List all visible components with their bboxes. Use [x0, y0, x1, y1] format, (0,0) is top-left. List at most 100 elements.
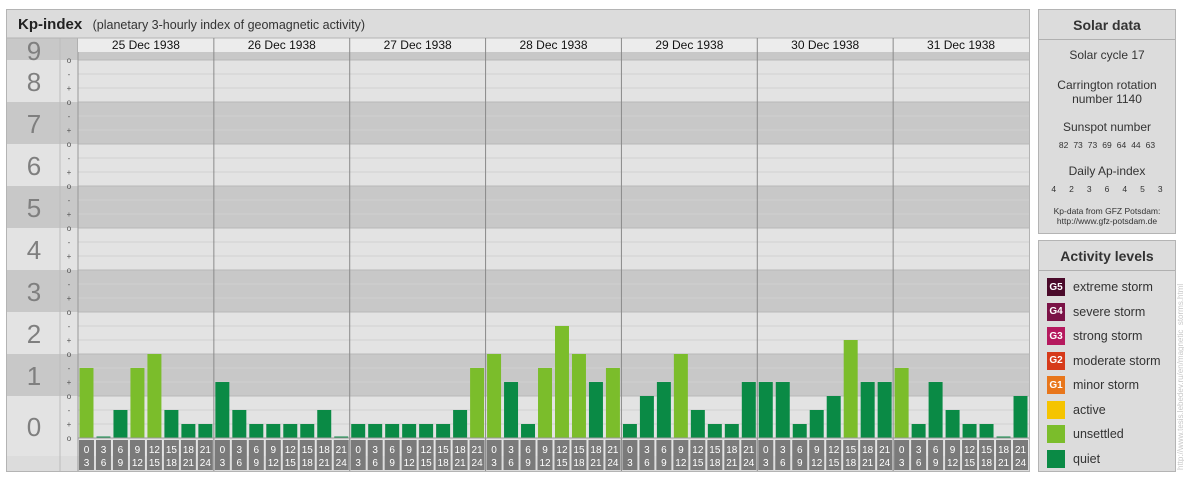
time-slot-end: 24: [336, 458, 348, 469]
y-subtick-label: -: [68, 322, 71, 331]
ap-value: 5: [1140, 184, 1145, 194]
time-slot-start: 12: [556, 445, 568, 456]
y-tick-label: 1: [27, 361, 41, 391]
y-subtick-label: o: [67, 224, 72, 233]
time-slot-start: 0: [899, 445, 905, 456]
time-slot-start: 0: [627, 445, 633, 456]
time-slot-end: 24: [1015, 458, 1027, 469]
y-subtick-label: -: [68, 112, 71, 121]
day-label: 29 Dec 1938: [655, 38, 723, 52]
time-slot-end: 21: [590, 458, 602, 469]
y-subtick-label: +: [67, 210, 72, 219]
time-slot-end: 24: [743, 458, 755, 469]
level-label: quiet: [1073, 451, 1101, 466]
time-slot-start: 12: [692, 445, 704, 456]
time-slot-start: 9: [814, 445, 820, 456]
y-subtick-label: o: [67, 392, 72, 401]
kp-bar: [300, 424, 315, 438]
y-subtick-label: +: [67, 252, 72, 261]
kp-bar: [724, 424, 739, 438]
kp-bar: [504, 382, 519, 438]
y-tick-label: 8: [27, 67, 41, 97]
kp-bar: [826, 396, 841, 438]
kp-bar: [741, 382, 756, 438]
kp-bar: [147, 354, 162, 438]
kp-bar: [588, 382, 603, 438]
time-slot-start: 0: [220, 445, 226, 456]
divider: [1039, 270, 1175, 271]
kp-bar: [317, 409, 332, 438]
level-g3: G3 strong storm: [1039, 324, 1175, 349]
y-subtick-label: -: [68, 196, 71, 205]
kp-bar: [877, 382, 892, 438]
kp-bar: [928, 382, 943, 438]
time-slot-end: 21: [183, 458, 195, 469]
y-subtick-label: o: [67, 98, 72, 107]
time-slot-end: 12: [132, 458, 144, 469]
time-slot-start: 18: [183, 445, 195, 456]
time-slot-start: 9: [271, 445, 277, 456]
time-slot-end: 3: [763, 458, 769, 469]
y-subtick-label: +: [67, 420, 72, 429]
time-slot-end: 12: [947, 458, 959, 469]
solar-cycle: Solar cycle 17: [1069, 48, 1145, 62]
level-swatch: G2: [1047, 351, 1065, 370]
solar-data-title: Solar data: [1073, 17, 1141, 33]
credit-link[interactable]: http://www.gfz-potsdam.de: [1039, 216, 1175, 226]
y-subtick-label: -: [68, 406, 71, 415]
kp-bar: [775, 382, 790, 438]
level-quiet: quiet: [1039, 447, 1175, 472]
kp-bar: [487, 354, 502, 438]
kp-bar: [113, 409, 128, 438]
kp-bar: [368, 424, 383, 438]
y-tick-label: 5: [27, 193, 41, 223]
time-slot-end: 9: [525, 458, 531, 469]
time-slot-start: 15: [166, 445, 178, 456]
sunspot-value: 73: [1073, 140, 1083, 150]
data-credit: Kp-data from GFZ Potsdam: http://www.gfz…: [1039, 206, 1175, 226]
time-slot-end: 21: [862, 458, 874, 469]
kp-bar: [283, 424, 298, 438]
credit-line-1: Kp-data from GFZ Potsdam:: [1053, 206, 1161, 216]
time-slot-end: 6: [508, 458, 514, 469]
y-subtick-label: o: [67, 266, 72, 275]
kp-bar: [215, 382, 230, 438]
y-subtick-label: -: [68, 154, 71, 163]
level-label: unsettled: [1073, 427, 1124, 442]
kp-bar: [164, 409, 179, 438]
kp-bar: [402, 424, 417, 438]
y-tick-label: 9: [27, 36, 41, 66]
time-slot-start: 12: [964, 445, 976, 456]
ap-value: 3: [1086, 184, 1092, 194]
solar-data-panel: Solar data Solar cycle 17 Carrington rot…: [1038, 9, 1176, 234]
time-slot-start: 18: [998, 445, 1010, 456]
sunspot-value: 44: [1131, 140, 1141, 150]
time-slot-start: 9: [950, 445, 956, 456]
time-slot-start: 12: [421, 445, 433, 456]
activity-levels-title: Activity levels: [1060, 248, 1154, 264]
kp-band: [7, 228, 1029, 270]
time-slot-start: 12: [285, 445, 297, 456]
kp-bar: [555, 325, 569, 438]
time-slot-start: 21: [472, 445, 484, 456]
time-slot-start: 6: [661, 445, 667, 456]
kp-bar: [266, 424, 281, 438]
sunspot-value: 64: [1116, 140, 1127, 150]
kp-bar: [249, 424, 264, 438]
y-subtick-label: +: [67, 126, 72, 135]
kp-band: [7, 186, 1029, 228]
time-slot-end: 21: [726, 458, 738, 469]
kp-bar: [945, 409, 960, 438]
time-slot-end: 18: [709, 458, 721, 469]
sunspot-value: 73: [1087, 140, 1098, 150]
time-slot-start: 0: [355, 445, 361, 456]
y-axis-labels: 0 1 2 3 4 5 6 7 89: [27, 36, 41, 442]
y-subtick-label: o: [67, 308, 72, 317]
level-g5: G5 extreme storm: [1039, 275, 1175, 300]
y-subtick-label: o: [67, 350, 72, 359]
time-slot-start: 6: [933, 445, 939, 456]
time-slot-start: 21: [200, 445, 212, 456]
time-slot-end: 18: [845, 458, 857, 469]
sunspot-value: 63: [1145, 140, 1156, 150]
time-slot-start: 21: [336, 445, 348, 456]
